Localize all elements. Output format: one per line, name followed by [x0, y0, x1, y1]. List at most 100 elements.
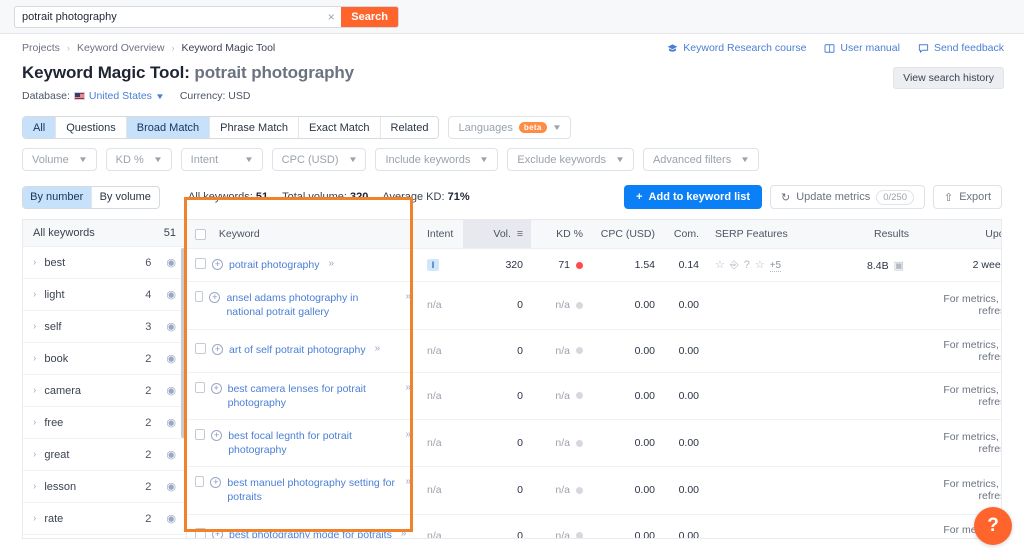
toggle-by-number[interactable]: By number [23, 186, 92, 208]
eye-icon[interactable]: ◉ [166, 480, 176, 493]
serp-more-link[interactable]: +5 [769, 260, 782, 273]
search-button[interactable]: Search [341, 6, 398, 27]
breadcrumb-item-keyword-overview[interactable]: Keyword Overview [77, 42, 165, 54]
tab-questions[interactable]: Questions [56, 117, 127, 138]
intent-badge[interactable]: I [427, 259, 439, 272]
add-keyword-icon[interactable]: + [212, 529, 223, 538]
serp-preview-icon[interactable]: ▣ [894, 260, 904, 272]
row-checkbox[interactable] [195, 258, 206, 269]
row-checkbox[interactable] [195, 476, 205, 488]
th-keyword[interactable]: Keyword [187, 220, 419, 249]
filter-advanced[interactable]: Advanced filters ▼ [642, 148, 760, 171]
eye-icon[interactable]: ◉ [166, 512, 176, 525]
user-manual-link[interactable]: User manual [824, 42, 900, 54]
eye-icon[interactable]: ◉ [166, 448, 176, 461]
table-row[interactable]: + potrait photography » I 320 71 1.54 0.14 ☆ ⎆? ☆ +… [187, 248, 1001, 283]
sidebar-item-light[interactable]: › light 4 ◉ [23, 279, 186, 311]
keyword-expand-icon[interactable]: » [405, 476, 411, 487]
eye-icon[interactable]: ◉ [166, 320, 176, 333]
eye-icon[interactable]: ◉ [166, 288, 176, 301]
table-row[interactable]: + art of self potrait photography » n/a 0 n/a… [187, 329, 1001, 373]
sidebar-item-self[interactable]: › self 3 ◉ [23, 311, 186, 343]
database-selector[interactable]: Database: United States ▼ [22, 90, 165, 102]
sidebar-scrollbar[interactable] [181, 248, 185, 438]
add-keyword-icon[interactable]: + [212, 259, 223, 270]
sidebar-item-best[interactable]: › best 6 ◉ [23, 247, 186, 279]
send-feedback-link[interactable]: Send feedback [918, 42, 1004, 54]
table-row[interactable]: + best manuel photography setting for pot… [187, 466, 1001, 515]
select-all-checkbox[interactable] [195, 228, 206, 240]
star-icon[interactable]: ☆ [715, 259, 725, 271]
keyword-link[interactable]: best focal legnth for potrait photograph… [228, 429, 396, 457]
help-button[interactable]: ? [974, 507, 1012, 545]
search-input[interactable] [15, 6, 322, 27]
add-keyword-icon[interactable]: + [210, 382, 222, 394]
sidebar-item-camera[interactable]: › camera 2 ◉ [23, 375, 186, 407]
eye-icon[interactable]: ◉ [166, 384, 176, 397]
th-updated[interactable]: Updated [917, 220, 1001, 249]
view-search-history-button[interactable]: View search history [893, 67, 1004, 89]
add-keyword-icon[interactable]: + [210, 477, 222, 489]
sidebar-item-lesson[interactable]: › lesson 2 ◉ [23, 471, 186, 503]
th-intent[interactable]: Intent [419, 220, 463, 249]
keyword-expand-icon[interactable]: » [375, 343, 381, 354]
breadcrumb-item-projects[interactable]: Projects [22, 42, 60, 54]
tab-broad-match[interactable]: Broad Match [126, 117, 211, 138]
eye-icon[interactable]: ◉ [166, 416, 176, 429]
th-kd[interactable]: KD % [531, 220, 591, 249]
table-row[interactable]: + best camera lenses for potrait photogra… [187, 372, 1001, 420]
table-row[interactable]: + best photography mode for potraits » n/a 0… [187, 514, 1001, 538]
row-checkbox[interactable] [195, 528, 206, 538]
table-row[interactable]: + ansel adams photography in national pot… [187, 281, 1001, 330]
keyword-link[interactable]: best photography mode for potraits [229, 528, 392, 538]
keyword-link[interactable]: best manuel photography setting for potr… [227, 476, 396, 504]
add-keyword-icon[interactable]: + [211, 429, 223, 441]
add-to-keyword-list-button[interactable]: + Add to keyword list [624, 185, 762, 209]
filter-exclude-keywords[interactable]: Exclude keywords ▼ [507, 148, 634, 171]
row-checkbox[interactable] [195, 343, 206, 355]
sidebar-item-rate[interactable]: › rate 2 ◉ [23, 503, 186, 535]
filter-cpc[interactable]: CPC (USD) ▼ [271, 148, 367, 171]
filter-include-keywords[interactable]: Include keywords ▼ [375, 148, 499, 171]
filter-volume[interactable]: Volume ▼ [22, 148, 97, 171]
tab-exact-match[interactable]: Exact Match [299, 117, 381, 138]
th-cpc[interactable]: CPC (USD) [591, 220, 663, 249]
keyword-link[interactable]: best camera lenses for potrait photograp… [228, 382, 397, 410]
keyword-expand-icon[interactable]: » [405, 291, 411, 302]
tab-phrase-match[interactable]: Phrase Match [210, 117, 300, 138]
eye-icon[interactable]: ◉ [166, 352, 176, 365]
row-checkbox[interactable] [195, 381, 205, 393]
table-row[interactable]: + best focal legnth for potrait photograp… [187, 419, 1001, 468]
languages-dropdown[interactable]: Languages beta ▼ [448, 116, 571, 139]
row-checkbox[interactable] [195, 291, 204, 303]
sidebar-item-book[interactable]: › book 2 ◉ [23, 343, 186, 375]
star-icon[interactable]: ☆ [755, 259, 765, 271]
keyword-link[interactable]: art of self potrait photography [229, 343, 366, 357]
keyword-expand-icon[interactable]: » [405, 382, 411, 393]
database-value[interactable]: United States [89, 90, 152, 102]
keyword-expand-icon[interactable]: » [405, 429, 411, 440]
filter-kd[interactable]: KD % ▼ [105, 148, 172, 171]
add-keyword-icon[interactable]: + [209, 292, 221, 304]
row-checkbox[interactable] [195, 428, 206, 440]
eye-icon[interactable]: ◉ [166, 256, 176, 269]
keyword-link[interactable]: potrait photography [229, 258, 319, 272]
keyword-expand-icon[interactable]: » [401, 528, 407, 538]
filter-intent[interactable]: Intent ▼ [180, 148, 263, 171]
tab-related[interactable]: Related [380, 117, 439, 138]
export-button[interactable]: ⇧ Export [932, 185, 1002, 209]
update-metrics-button[interactable]: ↻ Update metrics 0/250 [770, 185, 925, 209]
add-keyword-icon[interactable]: + [212, 344, 223, 356]
th-volume[interactable]: Vol. ≡ [463, 220, 531, 249]
clear-search-icon[interactable]: × [321, 7, 341, 27]
tab-all[interactable]: All [23, 117, 57, 138]
question-icon[interactable]: ? [744, 259, 750, 271]
keyword-link[interactable]: ansel adams photography in national potr… [226, 291, 396, 319]
th-com[interactable]: Com. [663, 220, 707, 249]
th-results[interactable]: Results [835, 220, 917, 249]
sidebar-item-great[interactable]: › great 2 ◉ [23, 439, 186, 471]
link-icon[interactable]: ⎆ [730, 259, 739, 271]
keyword-expand-icon[interactable]: » [328, 258, 334, 269]
toggle-by-volume[interactable]: By volume [92, 187, 160, 208]
sidebar-item-free[interactable]: › free 2 ◉ [23, 407, 186, 439]
